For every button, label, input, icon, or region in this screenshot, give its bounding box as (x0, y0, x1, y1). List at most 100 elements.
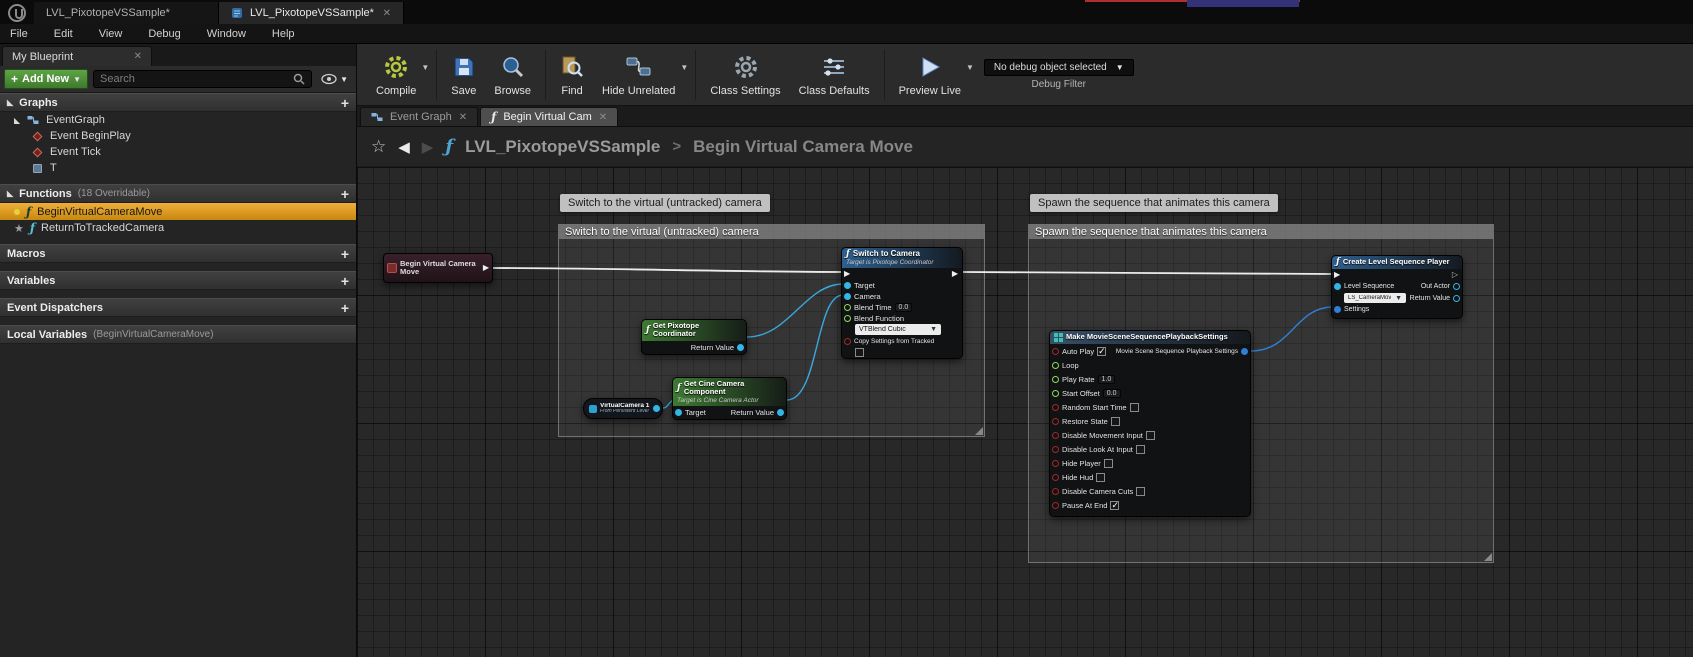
hide-hud-pin[interactable] (1052, 474, 1059, 481)
find-button[interactable]: Find (551, 49, 593, 100)
random-start-time-pin[interactable] (1052, 404, 1059, 411)
tree-item-event-tick[interactable]: Event Tick (0, 144, 356, 160)
start-offset-pin[interactable] (1052, 390, 1059, 397)
playback-settings-out-pin[interactable] (1241, 348, 1248, 355)
play-rate-field[interactable]: 1.0 (1098, 375, 1116, 384)
target-pin[interactable] (675, 409, 682, 416)
tree-item-returntotrackedcamera[interactable]: ★ ƒ ReturnToTrackedCamera (0, 220, 356, 236)
comment-title[interactable]: Spawn the sequence that animates this ca… (1029, 225, 1493, 239)
output-pin[interactable] (653, 405, 660, 412)
exec-out-pin[interactable]: ▶ (483, 264, 489, 272)
pause-at-end-checkbox[interactable] (1110, 501, 1119, 510)
settings-pin[interactable] (1334, 306, 1341, 313)
add-macro-button[interactable]: + (341, 247, 349, 261)
node-virtualcamera-1[interactable]: VirtualCamera 1 From Persistent Level (583, 398, 663, 419)
hide-player-checkbox[interactable] (1104, 459, 1113, 468)
return-value-pin[interactable] (777, 409, 784, 416)
node-begin-virtual-camera-move[interactable]: Begin Virtual Camera Move ▶ (383, 253, 493, 283)
back-arrow-icon[interactable]: ◀ (398, 138, 410, 156)
breadcrumb-root[interactable]: LVL_PixotopeVSSample (465, 137, 660, 157)
hide-hud-checkbox[interactable] (1096, 473, 1105, 482)
section-local-variables[interactable]: Local Variables (BeginVirtualCameraMove) (0, 325, 356, 344)
pause-at-end-pin[interactable] (1052, 502, 1059, 509)
disable-camera-cuts-checkbox[interactable] (1136, 487, 1145, 496)
play-rate-pin[interactable] (1052, 376, 1059, 383)
tree-item-eventgraph[interactable]: ◣ EventGraph (0, 112, 356, 128)
camera-pin[interactable] (844, 293, 851, 300)
exec-in-pin[interactable]: ▶ (1334, 271, 1340, 279)
forward-arrow-icon[interactable]: ▶ (422, 138, 434, 156)
close-tab-icon[interactable]: ✕ (383, 8, 391, 19)
random-start-time-checkbox[interactable] (1130, 403, 1139, 412)
menu-help[interactable]: Help (272, 28, 295, 40)
node-get-cine-camera-component[interactable]: ƒ Get Cine Camera Component Target is Ci… (672, 377, 787, 420)
comment-title[interactable]: Switch to the virtual (untracked) camera (559, 225, 984, 239)
node-make-playback-settings[interactable]: Make MovieSceneSequencePlaybackSettings … (1049, 330, 1251, 517)
asset-tab-1[interactable]: LVL_PixotopeVSSample* (34, 2, 219, 24)
preview-live-button[interactable]: Preview Live (890, 49, 970, 100)
section-functions[interactable]: ◣ Functions (18 Overridable) + (0, 184, 356, 203)
restore-state-pin[interactable] (1052, 418, 1059, 425)
search-input[interactable]: Search (93, 70, 312, 88)
blend-function-dropdown[interactable]: VTBlend Cubic ▼ (855, 324, 941, 335)
disable-movement-input-pin[interactable] (1052, 432, 1059, 439)
tab-event-graph[interactable]: Event Graph ✕ (360, 107, 478, 126)
auto-play-checkbox[interactable] (1097, 347, 1106, 356)
blend-time-pin[interactable] (844, 304, 851, 311)
section-variables[interactable]: Variables + (0, 271, 356, 290)
level-sequence-pin[interactable] (1334, 283, 1341, 290)
tree-item-t[interactable]: T (0, 160, 356, 176)
disable-look-at-input-pin[interactable] (1052, 446, 1059, 453)
tree-item-beginvirtualcameramove[interactable]: ƒ BeginVirtualCameraMove (0, 203, 356, 220)
class-settings-button[interactable]: Class Settings (701, 49, 789, 100)
node-switch-to-camera[interactable]: ƒ Switch to Camera Target is Pixotope Co… (841, 247, 963, 359)
exec-out-pin[interactable]: ▶ (952, 270, 958, 278)
close-tab-icon[interactable]: ✕ (459, 112, 467, 123)
browse-button[interactable]: Browse (485, 49, 540, 100)
menu-debug[interactable]: Debug (148, 28, 180, 40)
favorite-star-icon[interactable]: ☆ (371, 137, 386, 157)
blend-time-field[interactable]: 0.0 (895, 303, 913, 312)
disable-movement-input-checkbox[interactable] (1146, 431, 1155, 440)
breadcrumb-current[interactable]: Begin Virtual Camera Move (693, 137, 913, 157)
add-graph-button[interactable]: + (341, 96, 349, 110)
view-options-button[interactable]: ▼ (317, 73, 352, 85)
menu-view[interactable]: View (99, 28, 123, 40)
start-offset-field[interactable]: 0.0 (1103, 389, 1121, 398)
hide-unrelated-button[interactable]: Hide Unrelated (593, 49, 684, 100)
close-panel-icon[interactable]: ✕ (134, 51, 142, 62)
menu-edit[interactable]: Edit (54, 28, 73, 40)
class-defaults-button[interactable]: Class Defaults (790, 49, 879, 100)
tab-begin-virtual-cam[interactable]: ƒ Begin Virtual Cam ✕ (480, 107, 618, 126)
add-function-button[interactable]: + (341, 187, 349, 201)
section-event-dispatchers[interactable]: Event Dispatchers + (0, 298, 356, 317)
return-value-pin[interactable] (1453, 295, 1460, 302)
section-macros[interactable]: Macros + (0, 244, 356, 263)
auto-play-pin[interactable] (1052, 348, 1059, 355)
level-sequence-dropdown[interactable]: LS_CameraMove ▼ (1344, 293, 1406, 303)
loop-pin[interactable] (1052, 362, 1059, 369)
graph-canvas[interactable]: Switch to the virtual (untracked) camera… (357, 167, 1693, 657)
disable-look-at-input-checkbox[interactable] (1136, 445, 1145, 454)
add-dispatcher-button[interactable]: + (341, 301, 349, 315)
out-actor-pin[interactable] (1453, 283, 1460, 290)
section-graphs[interactable]: ◣ Graphs + (0, 93, 356, 112)
exec-in-pin[interactable]: ▶ (844, 270, 850, 278)
return-value-pin[interactable] (737, 344, 744, 351)
close-tab-icon[interactable]: ✕ (599, 112, 607, 123)
compile-button[interactable]: Compile (367, 49, 425, 100)
menu-window[interactable]: Window (207, 28, 246, 40)
copy-settings-pin[interactable] (844, 338, 851, 345)
tree-item-event-beginplay[interactable]: Event BeginPlay (0, 128, 356, 144)
menu-file[interactable]: File (10, 28, 28, 40)
blend-function-pin[interactable] (844, 315, 851, 322)
copy-settings-checkbox[interactable] (855, 348, 864, 357)
debug-object-select[interactable]: No debug object selected ▼ (984, 59, 1134, 76)
node-get-pixotope-coordinator[interactable]: ƒ Get Pixotope Coordinator Return Value (641, 319, 747, 355)
exec-out-pin[interactable]: ▷ (1452, 271, 1458, 279)
save-button[interactable]: Save (442, 49, 485, 100)
add-new-button[interactable]: + Add New ▼ (4, 69, 88, 89)
add-variable-button[interactable]: + (341, 274, 349, 288)
tab-my-blueprint[interactable]: My Blueprint ✕ (2, 46, 152, 66)
target-pin[interactable] (844, 282, 851, 289)
